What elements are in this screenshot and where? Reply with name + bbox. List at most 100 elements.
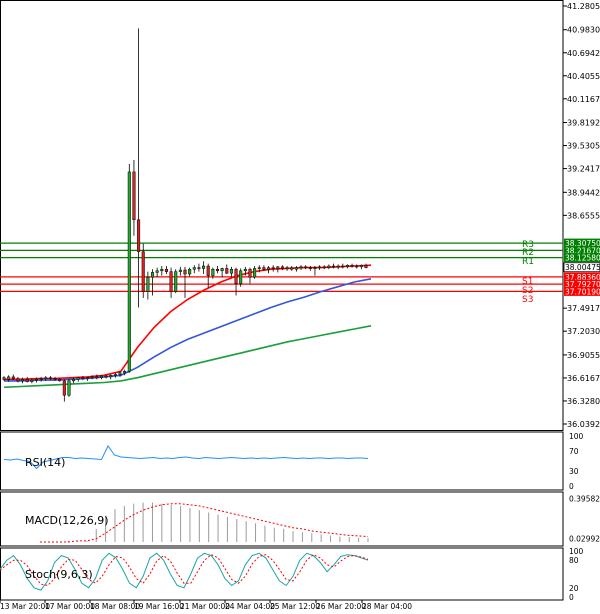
- price-tick-label: 38.94425: [567, 188, 600, 197]
- time-tick-label: 25 Mar 12:00: [270, 602, 320, 611]
- macd-tick-label: 0.395822: [569, 495, 600, 504]
- candle-body: [39, 378, 43, 380]
- candle-body: [178, 269, 182, 272]
- candle-body: [211, 268, 215, 276]
- macd-label: MACD(12,26,9): [25, 514, 109, 527]
- candle-body: [350, 264, 354, 267]
- candle-body: [99, 375, 103, 378]
- candle-body: [234, 268, 238, 284]
- candle-body: [95, 376, 99, 379]
- price-tick-label: 36.03925: [567, 420, 600, 429]
- time-tick-label: 18 Mar 08:00: [90, 602, 140, 611]
- price-tick-label: 36.90550: [567, 351, 600, 360]
- candle-body: [150, 272, 155, 278]
- candle-body: [21, 379, 25, 382]
- candle-body: [341, 265, 345, 268]
- rsi-tick-label: 30: [569, 467, 579, 476]
- candle-body: [229, 268, 233, 274]
- candle-body: [345, 264, 349, 268]
- candle-body: [146, 276, 150, 292]
- candle-body: [253, 268, 257, 278]
- candle-body: [262, 267, 266, 270]
- price-tick-label: 36.32800: [567, 397, 600, 406]
- candle-body: [285, 267, 289, 269]
- candle-body: [188, 268, 192, 275]
- candle-body: [53, 378, 57, 380]
- candle-body: [34, 379, 39, 381]
- candle-body: [169, 271, 173, 292]
- candle-body: [127, 171, 131, 372]
- candle-body: [215, 268, 220, 272]
- price-tick-label: 40.69425: [567, 49, 600, 58]
- candle-body: [141, 251, 145, 292]
- candle-body: [313, 267, 317, 269]
- candle-body: [30, 379, 34, 382]
- candle-body: [299, 266, 303, 269]
- candle-body: [327, 265, 331, 268]
- candle-body: [155, 270, 159, 273]
- time-tick-label: 21 Mar 00:00: [180, 602, 230, 611]
- candle-body: [331, 265, 336, 268]
- candle-body: [44, 377, 48, 379]
- candle-body: [132, 171, 136, 221]
- candle-body: [48, 377, 52, 379]
- candle-body: [16, 378, 20, 382]
- candle-body: [359, 264, 363, 268]
- stoch-tick-label: 20: [569, 584, 579, 593]
- pivot-price-tag: 37.70190: [565, 287, 600, 296]
- time-tick-label: 19 Mar 16:00: [134, 602, 184, 611]
- candle-body: [267, 267, 271, 270]
- time-axis: 13 Mar 20:0017 Mar 00:0018 Mar 08:0019 M…: [0, 600, 412, 611]
- candle-body: [225, 268, 229, 274]
- candle-body: [206, 265, 210, 276]
- candle-body: [239, 270, 243, 284]
- candle-body: [67, 380, 71, 396]
- stoch-label: Stoch(9,6,3): [25, 568, 93, 581]
- candle-body: [290, 267, 294, 270]
- candle-body: [76, 377, 80, 380]
- candle-body: [271, 267, 275, 269]
- candle-body: [308, 267, 312, 269]
- candle-body: [118, 372, 122, 375]
- r1-label: R1: [522, 257, 534, 267]
- candle-body: [7, 376, 11, 380]
- time-tick-label: 13 Mar 20:00: [0, 602, 50, 611]
- price-tick-label: 37.20300: [567, 327, 600, 336]
- candle-body: [2, 377, 6, 380]
- price-tick-label: 39.53050: [567, 142, 600, 151]
- candle-body: [243, 268, 247, 272]
- price-tick-label: 38.65550: [567, 211, 600, 220]
- price-tick-label: 39.24175: [567, 165, 600, 174]
- candle-body: [160, 268, 164, 272]
- pivot-price-tag: 38.12580: [565, 254, 600, 263]
- candle-body: [174, 271, 178, 292]
- stoch-tick-label: 80: [569, 556, 579, 565]
- candle-body: [364, 264, 368, 268]
- candle-body: [62, 380, 66, 396]
- candle-body: [104, 375, 108, 378]
- candle-body: [183, 269, 187, 275]
- candle-body: [336, 265, 340, 268]
- s3-label: S3: [522, 295, 533, 305]
- price-tick-label: 40.11675: [567, 95, 600, 104]
- current-price-tag: 38.00475: [565, 263, 600, 272]
- rsi-tick-label: 70: [569, 447, 579, 456]
- price-tick-label: 37.49170: [567, 304, 600, 313]
- rsi-tick-label: 100: [569, 432, 584, 441]
- candle-body: [25, 379, 29, 382]
- price-tick-label: 41.28050: [567, 2, 600, 11]
- candle-body: [109, 375, 113, 378]
- rsi-label: RSI(14): [25, 456, 65, 469]
- candle-body: [304, 266, 308, 269]
- candle-body: [280, 266, 284, 269]
- candle-body: [137, 219, 141, 252]
- time-tick-label: 24 Mar 04:00: [225, 602, 275, 611]
- candle-body: [276, 266, 280, 269]
- level-labels: 38.3075038.2167038.1258037.8836037.79270…: [563, 238, 600, 296]
- candle-body: [113, 374, 117, 376]
- candle-body: [86, 377, 90, 379]
- candle-body: [123, 371, 127, 374]
- time-tick-label: 28 Mar 04:00: [362, 602, 412, 611]
- candle-body: [58, 379, 62, 382]
- time-tick-label: 17 Mar 00:00: [45, 602, 95, 611]
